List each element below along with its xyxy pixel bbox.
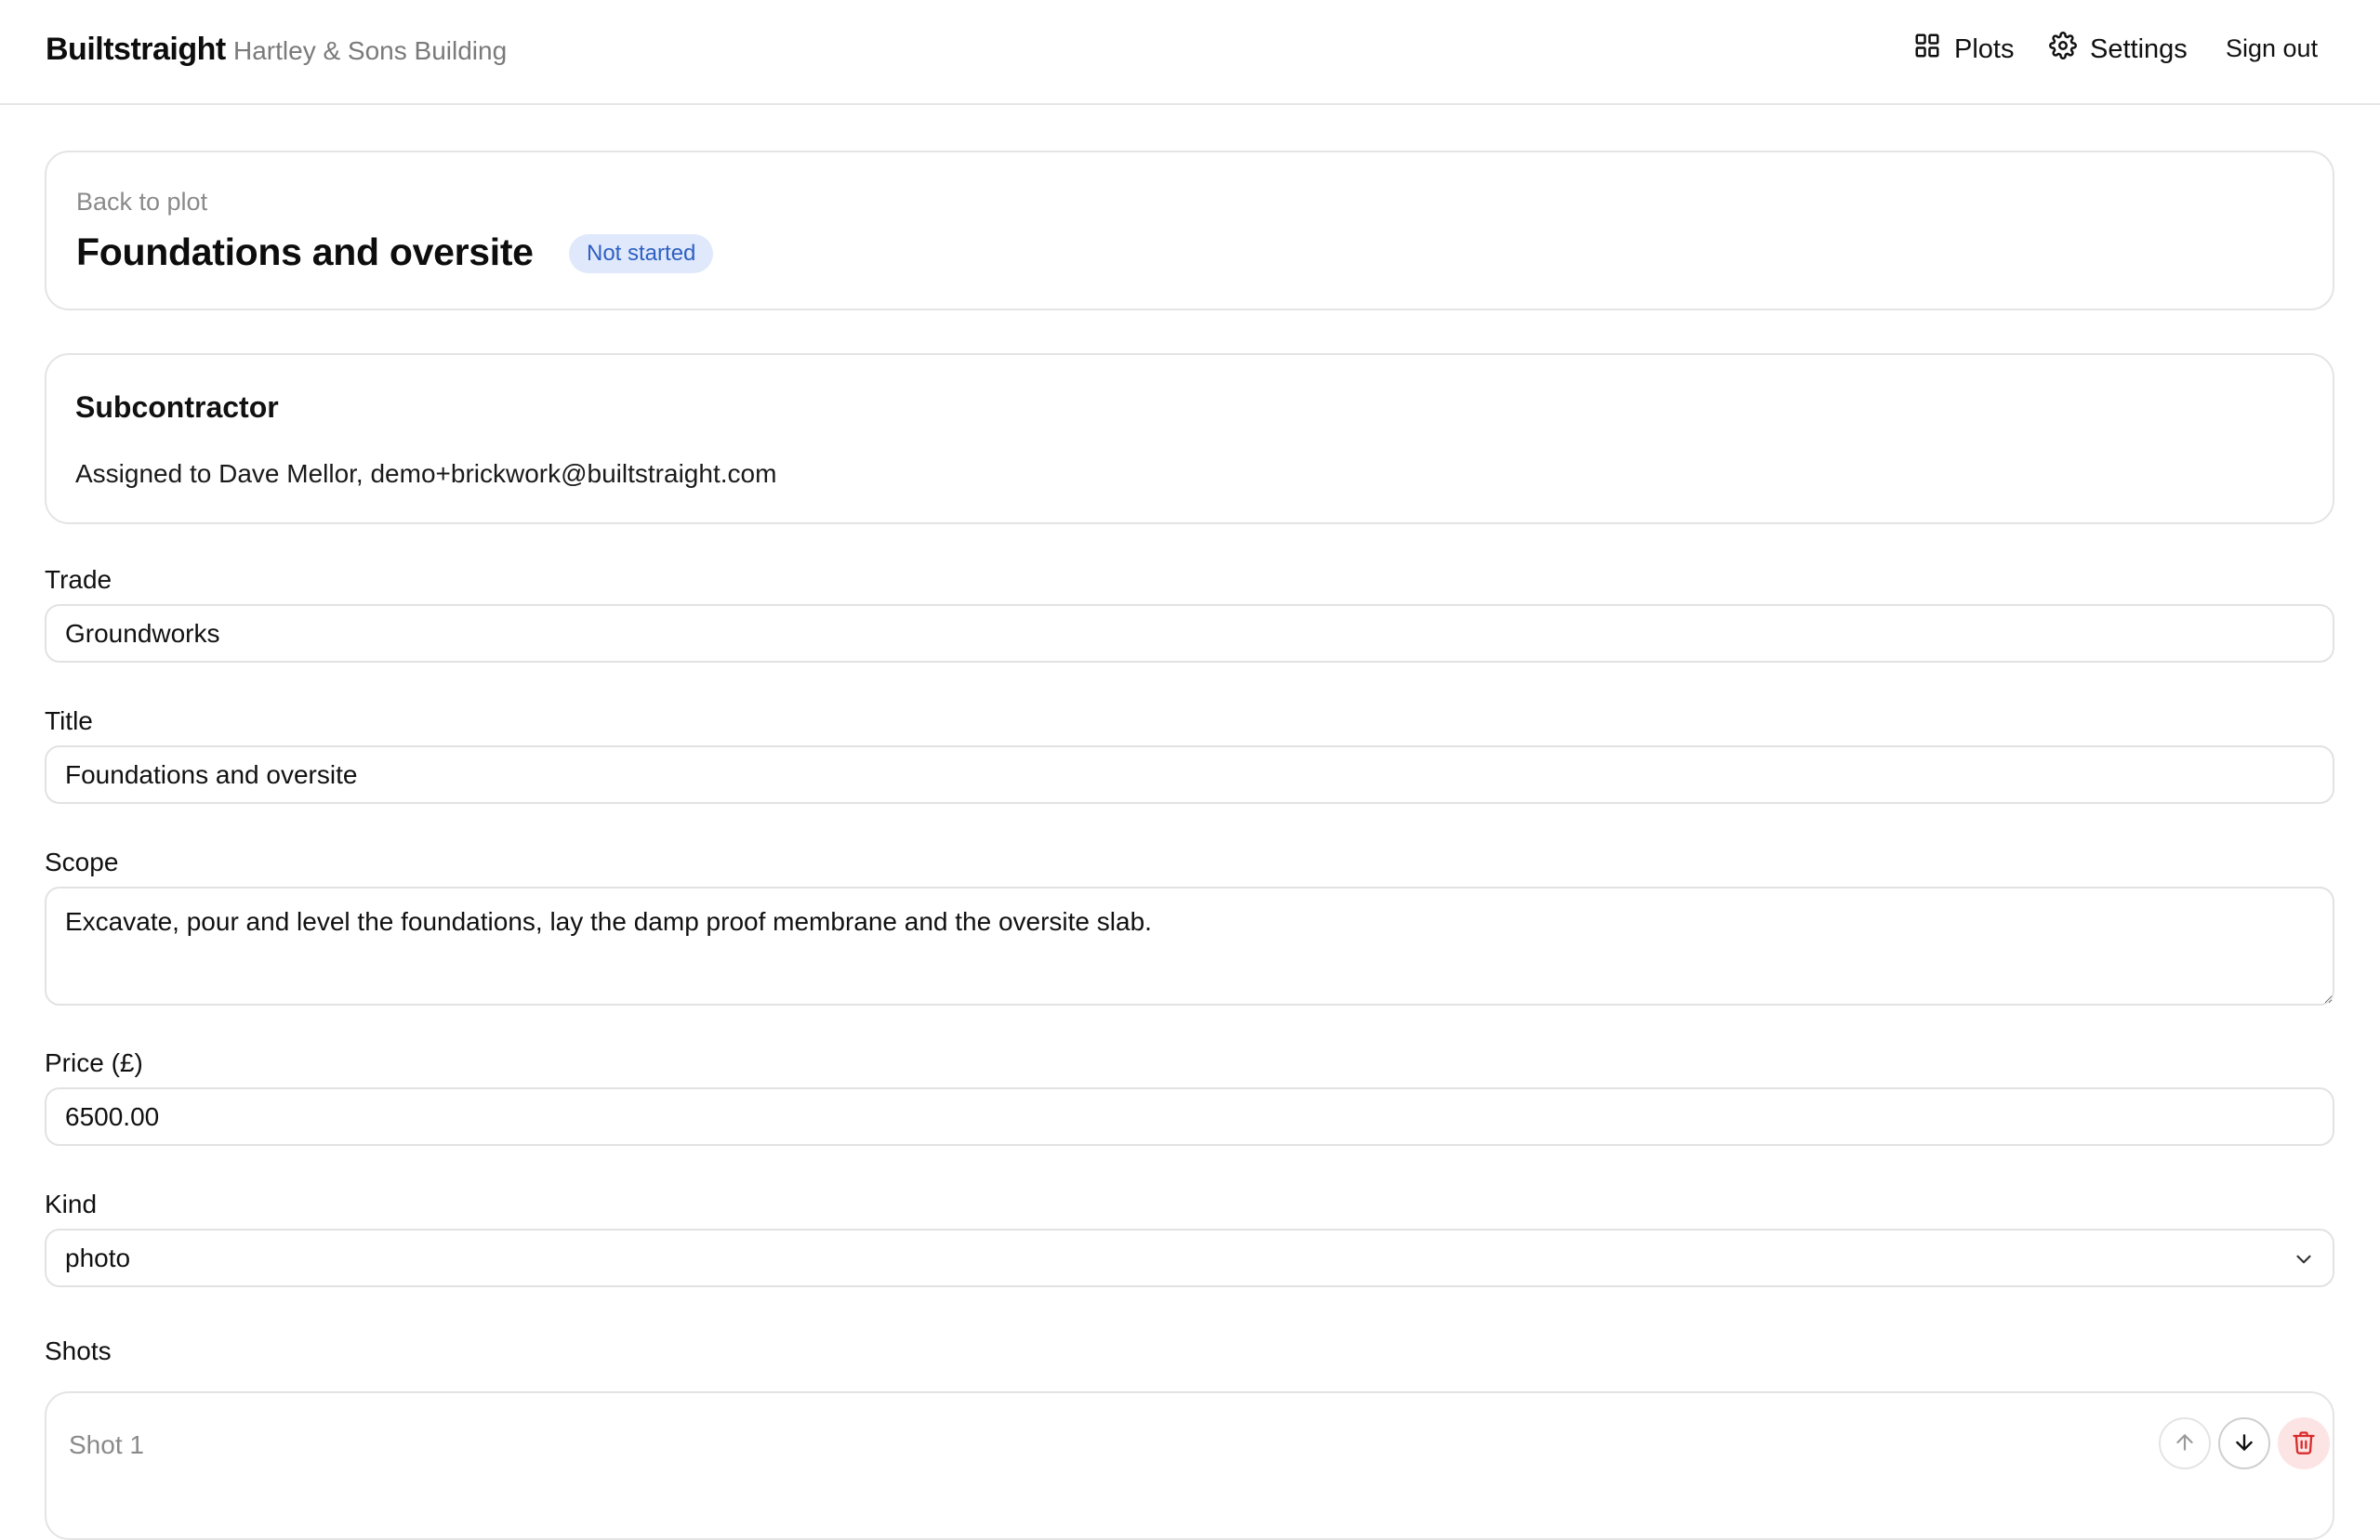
trade-label: Trade [45,565,112,594]
arrow-down-icon [2232,1430,2256,1457]
title-label: Title [45,706,93,735]
title-input[interactable] [45,745,2334,804]
task-header-card: Back to plot Foundations and oversite No… [45,151,2334,310]
status-badge: Not started [569,234,714,273]
brand-logo[interactable]: Builtstraight [46,32,226,68]
arrow-up-icon [2173,1430,2197,1457]
kind-label: Kind [45,1190,98,1218]
price-input[interactable] [45,1087,2334,1146]
top-bar: Builtstraight Hartley & Sons Building Pl… [0,0,2380,105]
subcontractor-heading: Subcontractor [75,390,279,424]
shot-label: Shot 1 [69,1430,144,1459]
kind-select-value: photo [65,1244,131,1272]
grid-icon [1913,32,1954,67]
scope-textarea[interactable]: Excavate, pour and level the foundations… [45,887,2334,1006]
nav-plots-label: Plots [1954,33,2015,64]
scope-label: Scope [45,848,119,876]
nav-settings[interactable]: Settings [2049,32,2188,67]
sign-out-button[interactable]: Sign out [2226,34,2318,63]
shots-label: Shots [45,1336,112,1365]
gear-icon [2049,32,2090,67]
move-up-button[interactable] [2159,1417,2211,1469]
subcontractor-card: Subcontractor Assigned to Dave Mellor, d… [45,353,2334,524]
delete-shot-button[interactable] [2278,1417,2330,1469]
nav-settings-label: Settings [2090,33,2188,64]
kind-select[interactable]: photo [45,1229,2334,1287]
page-title: Foundations and oversite [76,230,534,273]
price-label: Price (£) [45,1048,143,1077]
shot-card: Shot 1 [45,1391,2334,1540]
nav-plots[interactable]: Plots [1913,32,2014,67]
trash-icon [2291,1429,2317,1458]
move-down-button[interactable] [2218,1417,2270,1469]
back-to-plot-link[interactable]: Back to plot [76,188,207,217]
chevron-down-icon [2292,1247,2316,1276]
subcontractor-assignment: Assigned to Dave Mellor, demo+brickwork@… [75,459,777,488]
trade-input[interactable] [45,604,2334,663]
organization-name: Hartley & Sons Building [233,36,508,65]
